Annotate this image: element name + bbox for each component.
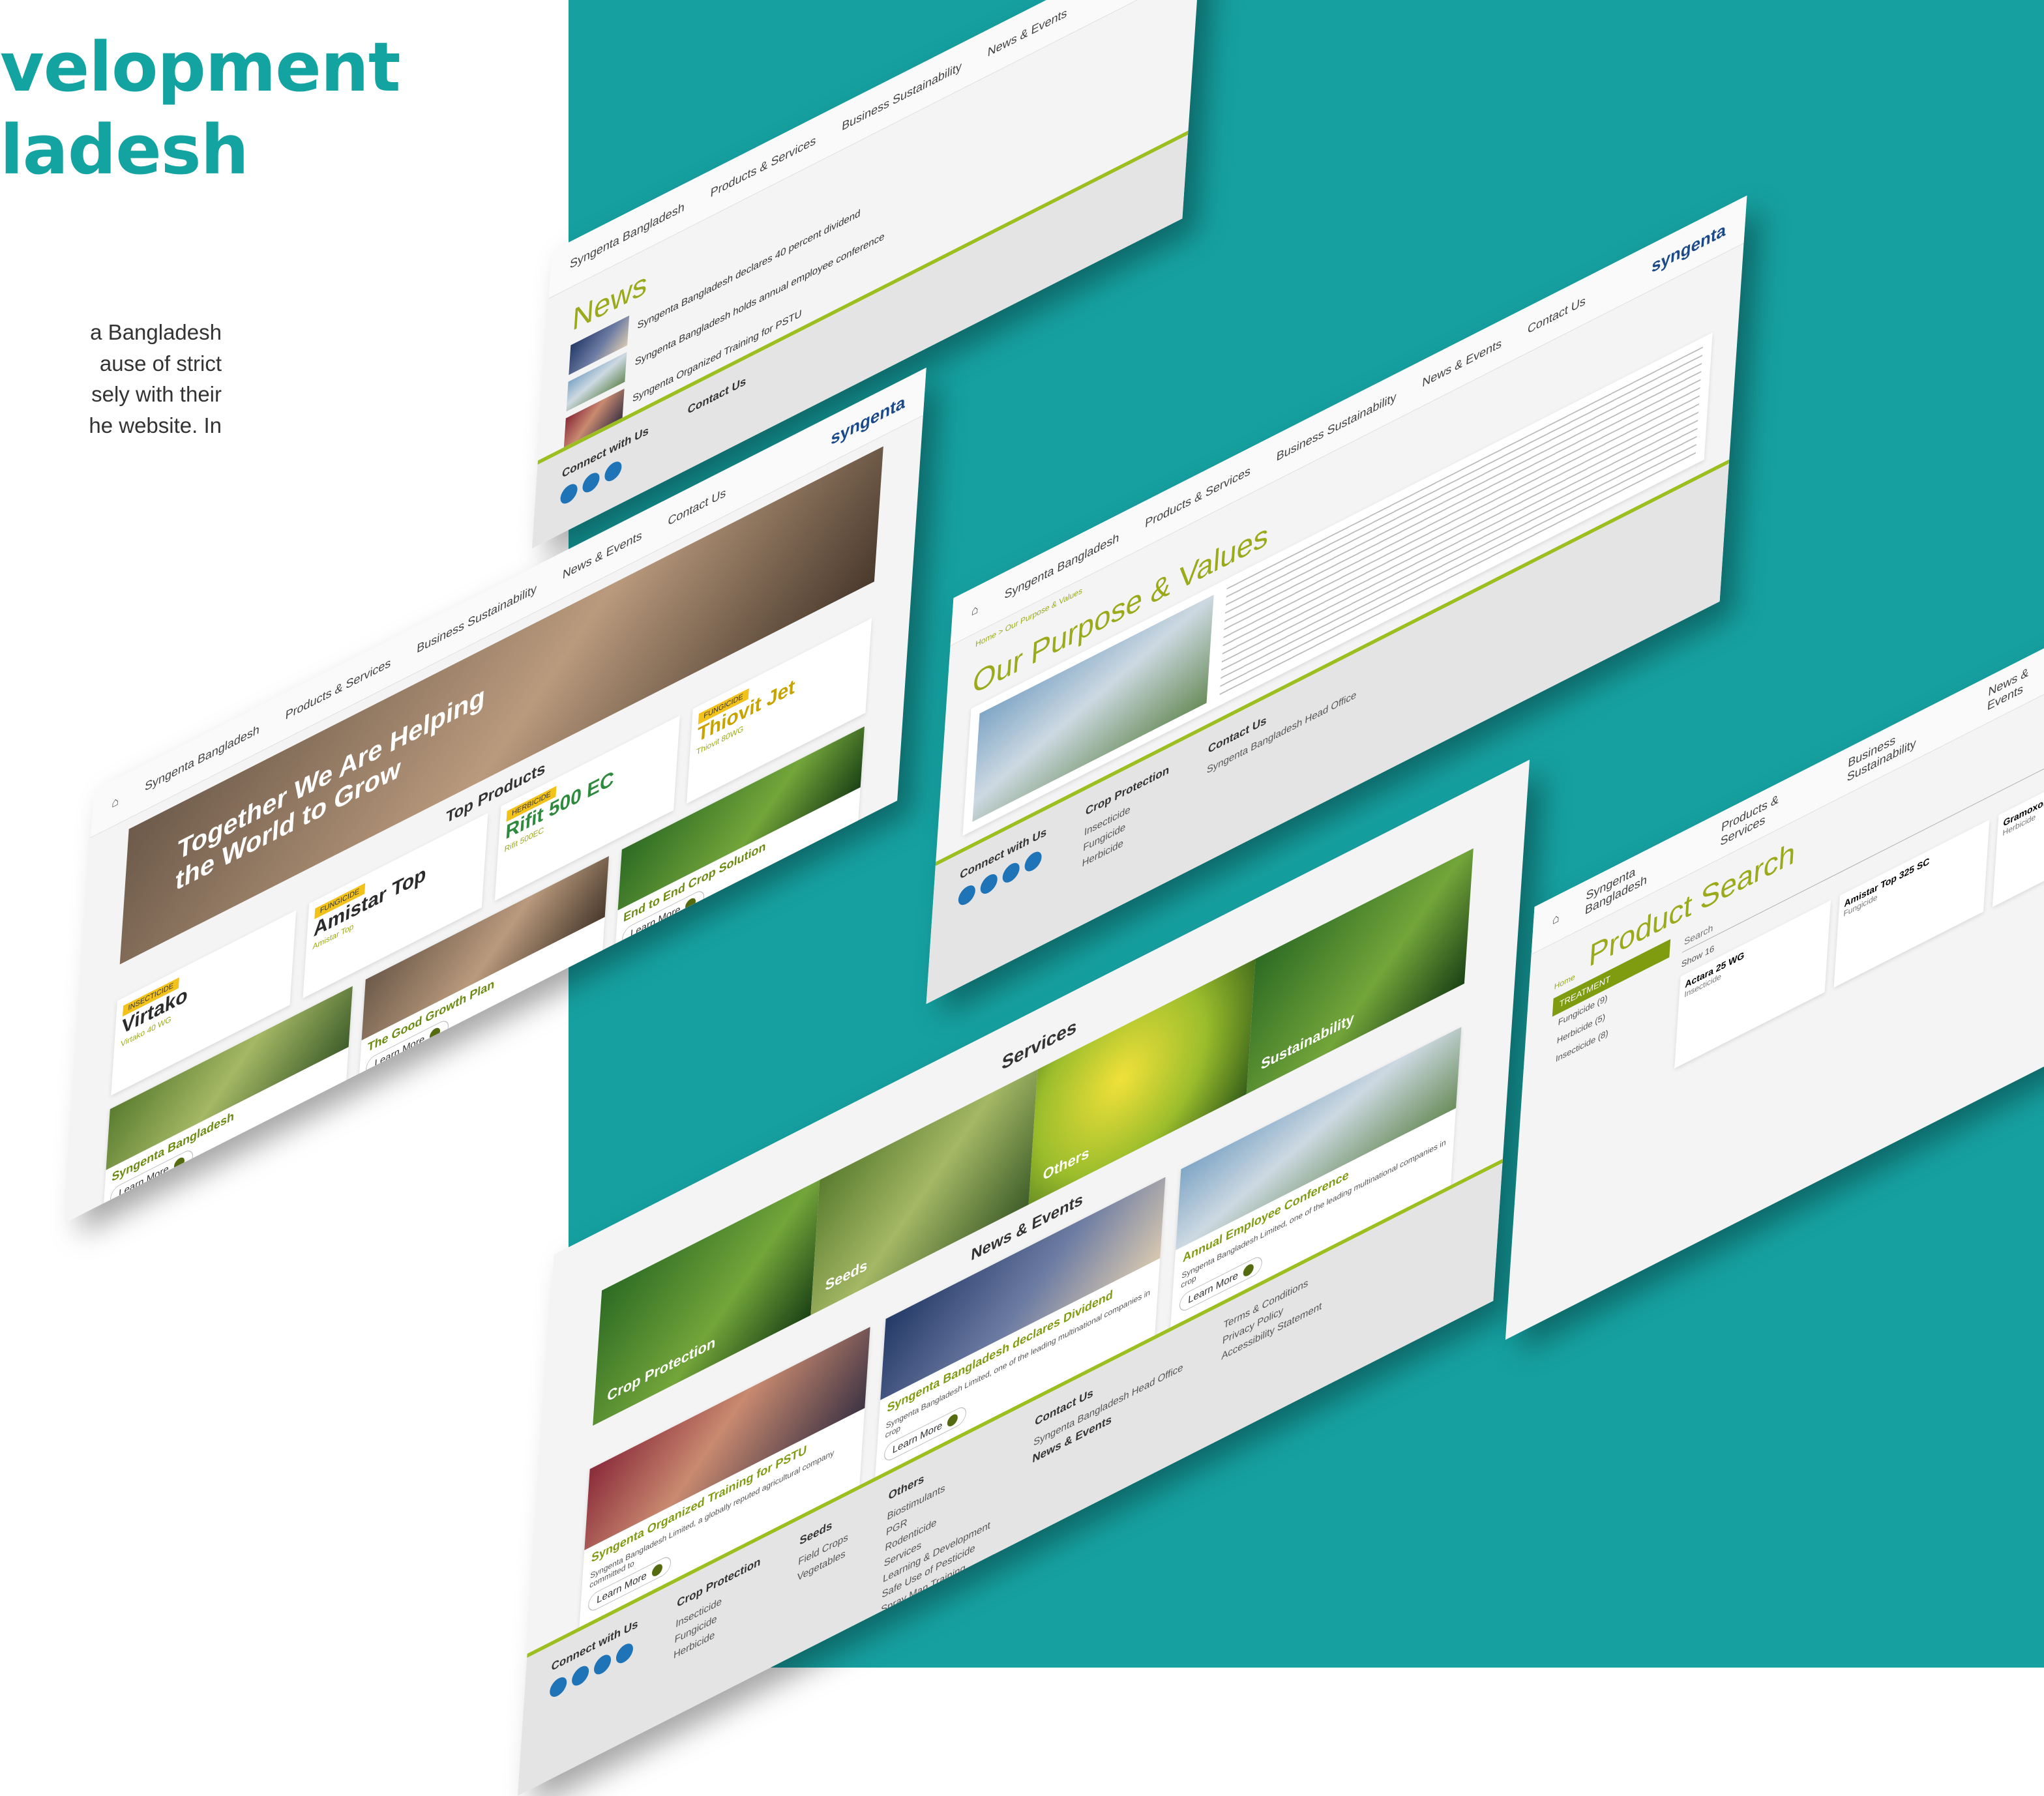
service-label: Seeds bbox=[824, 1256, 868, 1295]
arrow-right-icon bbox=[947, 1411, 958, 1428]
facebook-icon[interactable] bbox=[549, 1673, 568, 1700]
service-label: Others bbox=[1042, 1143, 1090, 1184]
intro-line: a Bangladesh bbox=[90, 320, 222, 344]
intro-line: sely with their bbox=[91, 382, 222, 407]
youtube-icon[interactable] bbox=[615, 1640, 634, 1667]
linkedin-icon[interactable] bbox=[1001, 859, 1020, 886]
intro-line: ause of strict bbox=[99, 351, 222, 375]
facebook-icon[interactable] bbox=[957, 882, 976, 909]
home-icon[interactable]: ⌂ bbox=[1552, 910, 1560, 928]
linkedin-icon[interactable] bbox=[593, 1651, 612, 1678]
home-icon[interactable]: ⌂ bbox=[111, 793, 119, 811]
twitter-icon[interactable] bbox=[979, 870, 998, 898]
home-icon[interactable]: ⌂ bbox=[971, 601, 979, 619]
intro-paragraph: a Bangladesh ause of strict sely with th… bbox=[0, 317, 222, 441]
intro-line: he website. In bbox=[89, 413, 222, 437]
heading-line-2: ladesh bbox=[0, 110, 249, 190]
facebook-icon[interactable] bbox=[559, 480, 578, 507]
twitter-icon[interactable] bbox=[582, 469, 600, 496]
arrow-right-icon bbox=[1243, 1261, 1254, 1278]
footer-connect: Connect with Us bbox=[545, 1617, 638, 1766]
heading-line-1: velopment bbox=[0, 27, 401, 107]
show-value[interactable]: 16 bbox=[1704, 943, 1714, 958]
arrow-right-icon bbox=[651, 1561, 663, 1578]
twitter-icon[interactable] bbox=[571, 1662, 590, 1689]
youtube-icon[interactable] bbox=[1024, 848, 1043, 875]
footer-contact-title[interactable]: Contact Us bbox=[687, 374, 747, 417]
footer-crop-protection: Crop Protection Insecticide Fungicide He… bbox=[670, 1555, 761, 1703]
footer-contact: Contact Us bbox=[685, 374, 747, 455]
footer-seeds: Seeds Field Crops Vegetables bbox=[793, 1510, 850, 1641]
linkedin-icon[interactable] bbox=[604, 458, 623, 485]
page-heading: velopment ladesh bbox=[0, 26, 561, 192]
